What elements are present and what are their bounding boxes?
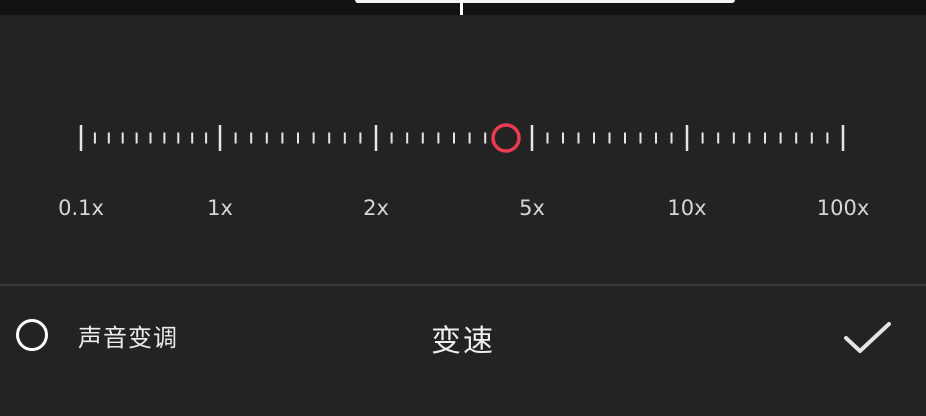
- timeline-strip[interactable]: [0, 0, 926, 15]
- timeline-playhead[interactable]: [460, 0, 463, 15]
- speed-slider[interactable]: [60, 110, 870, 170]
- timeline-clip[interactable]: [355, 0, 735, 3]
- speed-slider-thumb[interactable]: [491, 123, 521, 153]
- pitch-toggle-label: 声音变调: [78, 323, 178, 352]
- speed-label-2: 2x: [363, 196, 389, 220]
- speed-label-3: 5x: [519, 196, 545, 220]
- speed-label-1: 1x: [207, 196, 233, 220]
- speed-panel: 0.1x 1x 2x 5x 10x 100x 声音变调 变速: [0, 0, 926, 416]
- speed-ruler[interactable]: [60, 110, 870, 170]
- speed-label-5: 100x: [816, 196, 870, 220]
- checkmark-icon: [844, 322, 891, 353]
- speed-label-4: 10x: [667, 196, 707, 220]
- bottom-bar: 声音变调 变速: [0, 286, 926, 416]
- radio-unchecked-icon[interactable]: [16, 319, 48, 351]
- panel-title: 变速: [431, 324, 495, 359]
- speed-label-0: 0.1x: [58, 196, 104, 220]
- confirm-button[interactable]: [838, 316, 898, 360]
- pitch-toggle[interactable]: 声音变调: [16, 317, 178, 353]
- speed-labels: 0.1x 1x 2x 5x 10x 100x: [0, 196, 926, 226]
